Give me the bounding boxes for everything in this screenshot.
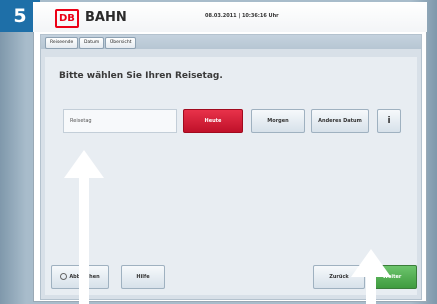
page-title: Bitte wählen Sie Ihren Reisetag.	[59, 71, 223, 81]
info-icon: i	[387, 116, 391, 126]
help-button[interactable]: Hilfe	[121, 265, 165, 289]
tab-datum[interactable]: Datum	[79, 37, 105, 49]
current-datetime: 08.03.2011 | 10:36:16 Uhr	[205, 13, 279, 19]
tab-strip: Reiseende Datum Übersicht	[41, 35, 421, 49]
screen-header: DB BAHN 08.03.2011 | 10:36:16 Uhr	[33, 2, 427, 32]
tab-reiseende[interactable]: Reiseende	[45, 37, 79, 49]
tab-uebersicht[interactable]: Übersicht	[105, 37, 137, 49]
info-button[interactable]: i	[377, 109, 401, 133]
arrow-shaft-left	[79, 177, 89, 304]
arrow-shaft-right	[366, 276, 376, 304]
tomorrow-button[interactable]: Morgen	[251, 109, 305, 133]
brand-name: BAHN	[85, 10, 127, 25]
arrow-head-left	[64, 150, 104, 178]
arrow-head-right	[351, 249, 391, 277]
up-arrow-left	[64, 150, 104, 304]
db-logo: DB	[55, 9, 79, 28]
today-button[interactable]: Heute	[183, 109, 243, 133]
up-arrow-right	[351, 249, 391, 304]
travel-date-field[interactable]: Reisetag	[63, 109, 177, 133]
other-date-button[interactable]: Anderes Datum	[311, 109, 369, 133]
